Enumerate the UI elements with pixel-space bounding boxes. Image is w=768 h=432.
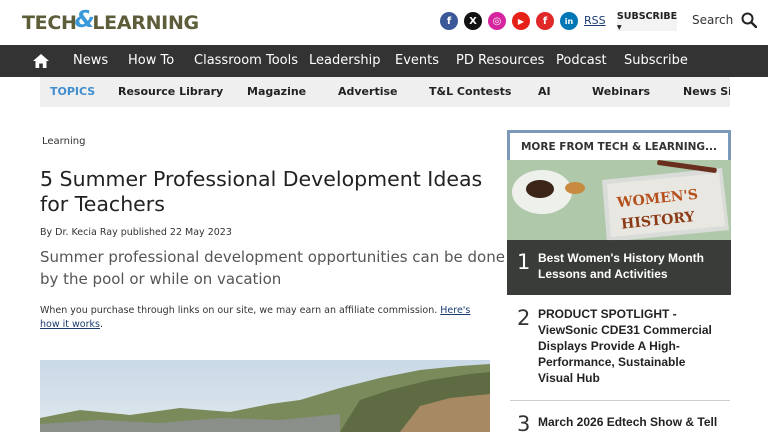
rss-link[interactable]: RSS <box>584 14 606 27</box>
rank-number: 2 <box>517 306 531 330</box>
sidebar-link-2[interactable]: PRODUCT SPOTLIGHT - ViewSonic CDE31 Comm… <box>538 306 723 386</box>
article-category[interactable]: Learning <box>42 136 85 147</box>
topics-label: TOPICS <box>50 85 96 98</box>
flipboard-icon[interactable]: f <box>536 12 554 30</box>
main-nav: News How To Classroom Tools Leadership E… <box>0 45 768 77</box>
site-header: TECH & LEARNING f X ◎ ▶ f in RSS SUBSCRI… <box>0 0 768 45</box>
topic-webinars[interactable]: Webinars <box>592 77 650 107</box>
nav-item-events[interactable]: Events <box>395 45 439 77</box>
topic-magazine[interactable]: Magazine <box>247 77 306 107</box>
social-links: f X ◎ ▶ f in <box>440 12 578 30</box>
topic-tl-contests[interactable]: T&L Contests <box>429 77 511 107</box>
instagram-icon[interactable]: ◎ <box>488 12 506 30</box>
search-label: Search <box>692 13 734 27</box>
subscribe-dropdown[interactable]: SUBSCRIBE ▾ <box>617 11 677 33</box>
sidebar-link-3[interactable]: March 2026 Edtech Show & Tell <box>538 414 723 430</box>
logo-text-learning: LEARNING <box>92 12 199 34</box>
article-byline: By Dr. Kecia Ray published 22 May 2023 <box>40 227 232 238</box>
facebook-icon[interactable]: f <box>440 12 458 30</box>
logo-text-tech: TECH <box>22 12 77 34</box>
affiliate-end: . <box>99 319 103 330</box>
linkedin-icon[interactable]: in <box>560 12 578 30</box>
rank-number: 1 <box>517 250 531 274</box>
topics-nav: TOPICS Resource Library Magazine Adverti… <box>40 77 730 107</box>
home-icon[interactable] <box>32 52 50 70</box>
article-title: 5 Summer Professional Development Ideas … <box>40 167 483 216</box>
sidebar-heading: MORE FROM TECH & LEARNING... <box>507 130 731 160</box>
nav-item-news[interactable]: News <box>73 45 108 77</box>
hero-image <box>40 360 490 432</box>
topic-ai[interactable]: AI <box>538 77 551 107</box>
search-icon <box>741 12 758 28</box>
article-dek: Summer professional development opportun… <box>40 248 505 288</box>
logo-text-amp: & <box>74 7 95 33</box>
rank-number: 3 <box>517 412 531 432</box>
site-logo[interactable]: TECH & LEARNING <box>22 7 199 36</box>
nav-item-pd-resources[interactable]: PD Resources <box>456 45 544 77</box>
affiliate-text: When you purchase through links on our s… <box>40 305 441 316</box>
sidebar-link-1[interactable]: Best Women's History Month Lessons and A… <box>538 250 723 282</box>
affiliate-disclosure: When you purchase through links on our s… <box>40 304 490 332</box>
sidebar-divider <box>510 400 730 401</box>
x-icon[interactable]: X <box>464 12 482 30</box>
search-button[interactable]: Search <box>692 12 758 28</box>
topic-resource-library[interactable]: Resource Library <box>118 77 223 107</box>
nav-item-classroom-tools[interactable]: Classroom Tools <box>194 45 298 77</box>
topic-news-sig[interactable]: News Sig <box>683 77 730 107</box>
nav-item-leadership[interactable]: Leadership <box>309 45 380 77</box>
nav-item-podcast[interactable]: Podcast <box>556 45 607 77</box>
nav-item-how-to[interactable]: How To <box>128 45 174 77</box>
youtube-icon[interactable]: ▶ <box>512 12 530 30</box>
topic-advertise[interactable]: Advertise <box>338 77 397 107</box>
nav-item-subscribe[interactable]: Subscribe <box>624 45 688 77</box>
